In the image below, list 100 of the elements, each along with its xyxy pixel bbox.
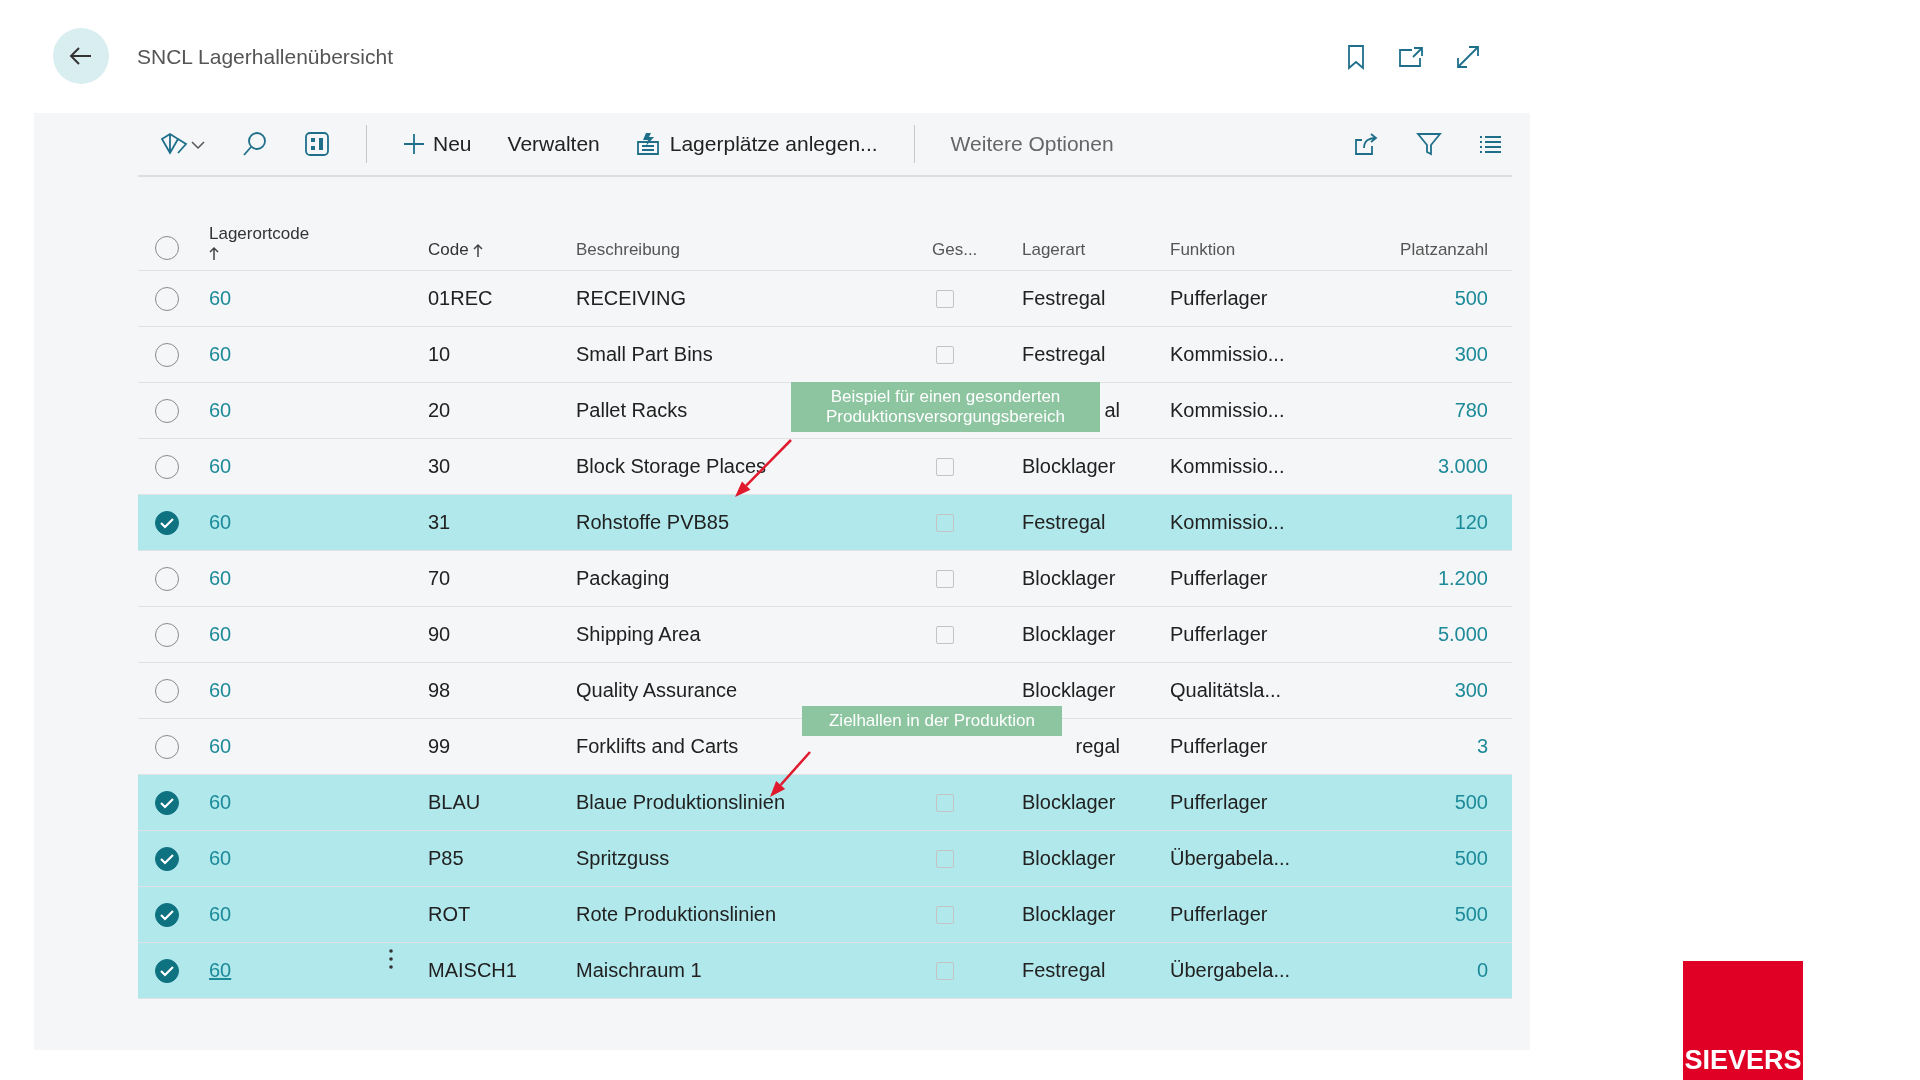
link[interactable]: 3 <box>1476 735 1488 758</box>
checkmark-icon <box>159 852 174 865</box>
table-cell: RECEIVING <box>576 287 687 310</box>
link[interactable]: 1.200 <box>1437 567 1488 590</box>
table-cell: Forklifts and Carts <box>576 735 739 758</box>
table-cell: Block Storage Places <box>576 455 767 478</box>
link[interactable]: 300 <box>1454 343 1488 366</box>
search-icon[interactable] <box>242 131 268 157</box>
arrow-left-icon <box>69 45 93 66</box>
manage-button[interactable]: Verwalten <box>507 132 600 156</box>
checkbox[interactable] <box>936 289 954 308</box>
row-select-radio[interactable] <box>154 902 179 927</box>
link[interactable]: 500 <box>1454 903 1488 926</box>
table-cell: 99 <box>428 735 451 758</box>
link[interactable]: 60 <box>209 623 232 646</box>
table-cell: 20 <box>428 399 451 422</box>
link[interactable]: 60 <box>209 511 232 534</box>
shelf-with-lightning-icon <box>635 132 662 156</box>
row-select-radio[interactable] <box>154 846 179 871</box>
checkbox[interactable] <box>936 569 954 588</box>
table-cell: Pufferlager <box>1170 287 1268 310</box>
row-select-radio[interactable] <box>154 958 179 983</box>
link[interactable]: 0 <box>1476 959 1488 982</box>
link[interactable]: 500 <box>1454 847 1488 870</box>
link[interactable]: 60 <box>209 791 232 814</box>
link[interactable]: 60 <box>209 679 232 702</box>
column-header[interactable]: Beschreibung <box>576 240 680 260</box>
bookmark-icon[interactable] <box>1346 43 1366 70</box>
table-cell: Festregal <box>1022 287 1106 310</box>
checkbox[interactable] <box>936 457 954 476</box>
table-cell: Pufferlager <box>1170 567 1268 590</box>
table-cell: Kommissio... <box>1170 455 1285 478</box>
table-cell: 31 <box>428 511 451 534</box>
expand-icon[interactable] <box>1456 44 1480 69</box>
column-header[interactable]: Code <box>428 240 483 260</box>
table-cell: Blocklager <box>1022 567 1116 590</box>
table-cell: Blocklager <box>1022 455 1116 478</box>
table-cell: Pufferlager <box>1170 623 1268 646</box>
annotation-tooltip: Zielhallen in der Produktion <box>802 706 1062 736</box>
checkbox[interactable] <box>936 905 954 924</box>
checkbox[interactable] <box>936 849 954 868</box>
link[interactable]: 500 <box>1454 287 1488 310</box>
table-cell-text: regal <box>1074 735 1120 758</box>
list-icon[interactable] <box>1478 133 1502 155</box>
row-select-radio[interactable] <box>154 790 179 815</box>
checkbox[interactable] <box>936 513 954 532</box>
table-cell: Rohstoffe PVB85 <box>576 511 730 534</box>
column-header[interactable]: Funktion <box>1170 240 1236 260</box>
checkmark-icon <box>159 796 174 809</box>
link[interactable]: 60 <box>209 343 232 366</box>
table-cell: Pufferlager <box>1170 903 1268 926</box>
link[interactable]: 300 <box>1454 679 1488 702</box>
link[interactable]: 3.000 <box>1437 455 1488 478</box>
column-header[interactable]: Lagerart <box>1022 240 1086 260</box>
column-header[interactable]: Lagerortcode <box>209 224 310 260</box>
create-bins-button[interactable]: Lagerplätze anlegen... <box>635 132 878 156</box>
plus-icon <box>403 133 425 155</box>
link[interactable]: 120 <box>1454 511 1488 534</box>
table-cell: 10 <box>428 343 451 366</box>
table-cell: Pallet Racks <box>576 399 688 422</box>
link[interactable]: 780 <box>1454 399 1488 422</box>
link[interactable]: 60 <box>209 455 232 478</box>
link[interactable]: 60 <box>209 959 232 982</box>
table-cell: 90 <box>428 623 451 646</box>
table-cell: Übergabela... <box>1170 959 1291 982</box>
row-select-radio[interactable] <box>154 510 179 535</box>
column-header[interactable]: Platzanzahl <box>1400 240 1488 260</box>
checkbox[interactable] <box>936 625 954 644</box>
checkbox[interactable] <box>936 961 954 980</box>
checkbox[interactable] <box>936 793 954 812</box>
page-title: SNCL Lagerhallenübersicht <box>137 44 394 69</box>
more-actions-icon[interactable] <box>388 948 394 970</box>
table-cell: 70 <box>428 567 451 590</box>
link[interactable]: 60 <box>209 399 232 422</box>
link[interactable]: 5.000 <box>1437 623 1488 646</box>
share-icon[interactable] <box>1354 132 1380 156</box>
table-cell: Packaging <box>576 567 670 590</box>
column-header[interactable]: Ges... <box>932 240 978 260</box>
filter-icon[interactable] <box>1416 131 1442 157</box>
table-cell: Blocklager <box>1022 791 1116 814</box>
table-cell: Festregal <box>1022 511 1106 534</box>
table-cell: Festregal <box>1022 343 1106 366</box>
new-button[interactable]: Neu <box>403 132 472 156</box>
layout-icon[interactable] <box>304 131 330 157</box>
table-cell: ROT <box>428 903 471 926</box>
open-in-new-window-icon[interactable] <box>1398 45 1424 68</box>
table-cell: Kommissio... <box>1170 399 1285 422</box>
link[interactable]: 60 <box>209 735 232 758</box>
link[interactable]: 60 <box>209 287 232 310</box>
table-cell: 30 <box>428 455 451 478</box>
link[interactable]: 500 <box>1454 791 1488 814</box>
table-cell: MAISCH1 <box>428 959 517 982</box>
link[interactable]: 60 <box>209 903 232 926</box>
views-dropdown-icon[interactable] <box>158 131 206 157</box>
link[interactable]: 60 <box>209 847 232 870</box>
checkbox[interactable] <box>936 345 954 364</box>
link[interactable]: 60 <box>209 567 232 590</box>
more-options-button[interactable]: Weitere Optionen <box>950 132 1114 156</box>
table-cell: BLAU <box>428 791 481 814</box>
checkmark-icon <box>159 964 174 977</box>
